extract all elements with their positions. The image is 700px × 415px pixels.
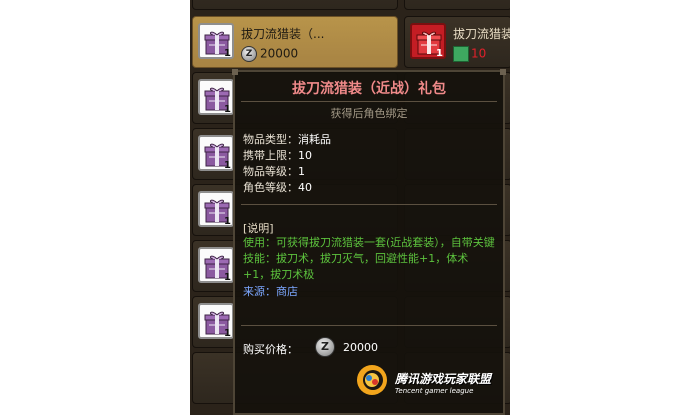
divider [241,325,497,326]
purchase-price-label: 购买价格： [243,343,298,356]
shop-item-partial-right[interactable] [404,0,510,10]
tooltip-corner [500,69,506,75]
stat-item-type: 物品类型：消耗品 [243,133,331,146]
tooltip-title: 拔刀流猎装（近战）礼包 [292,81,446,97]
item-quantity: 1 [224,328,231,339]
description-heading: [说明] [243,222,274,235]
item-slot: 1 [198,303,234,339]
stat-character-level: 角色等级：40 [243,181,312,194]
coin-icon: Z [315,337,335,357]
tooltip-corner [232,69,238,75]
shop-row: 1 拔刀流猎装（... Z 20000 1 拔刀流猎装 10 [190,14,510,68]
brand-tagline: Tencent gamer league [395,387,474,395]
item-source: 来源：商店 [243,285,298,298]
item-name: 拔刀流猎装（... [241,27,325,41]
item-slot: 1 [198,23,234,59]
shop-item-partial-left[interactable] [192,0,398,10]
item-slot: 1 [410,23,446,59]
bind-status: 获得后角色绑定 [330,107,408,120]
item-name: 拔刀流猎装 [453,27,510,41]
stat-carry-limit: 携带上限：10 [243,149,312,162]
item-tooltip: 拔刀流猎装（近战）礼包 获得后角色绑定 物品类型：消耗品 携带上限：10 物品等… [232,69,506,415]
item-quantity: 1 [224,160,231,171]
item-slot: 1 [198,135,234,171]
purchase-price-value: 20000 [343,341,378,354]
description-text: 使用：可获得拔刀流猎装一套(近战套装），自带关键技能：拔刀术，拔刀灭气，回避性能… [243,236,495,281]
tencent-gamer-league-logo: 腾讯游戏玩家联盟 Tencent gamer league [353,360,491,402]
shop-item[interactable]: 1 拔刀流猎装 10 [404,16,510,68]
brand-name: 腾讯游戏玩家联盟 [395,372,492,386]
brand-logo-icon [357,365,387,395]
item-quantity: 1 [224,272,231,283]
shop-item-selected[interactable]: 1 拔刀流猎装（... Z 20000 [192,16,398,68]
shop-row-partial [190,0,510,10]
item-slot: 1 [198,191,234,227]
ticket-icon [453,46,469,62]
item-price: 10 [453,46,486,62]
stat-item-level: 物品等级：1 [243,165,305,178]
item-quantity: 1 [224,216,231,227]
item-quantity: 1 [224,48,231,59]
item-slot: 1 [198,79,234,115]
divider [241,101,497,102]
item-slot: 1 [198,247,234,283]
divider [241,204,497,205]
coin-icon: Z [241,46,257,62]
item-price: Z 20000 [241,46,298,62]
item-quantity: 1 [224,104,231,115]
item-quantity: 1 [436,48,443,59]
